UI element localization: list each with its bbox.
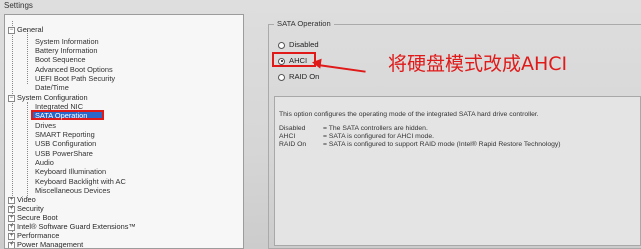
annotation-text: 将硬盘模式改成AHCI xyxy=(388,53,568,75)
ahci-highlight-box xyxy=(272,52,316,67)
expand-icon[interactable]: + xyxy=(8,205,15,213)
tree-item-usb-powershare[interactable]: USB PowerShare xyxy=(35,149,93,158)
help-option-text: = SATA is configured to support RAID mod… xyxy=(323,141,561,148)
tree-item-security[interactable]: + Security xyxy=(8,204,44,213)
collapse-icon[interactable]: − xyxy=(8,94,15,102)
help-option-text: = The SATA controllers are hidden. xyxy=(323,125,428,132)
tree-item-audio[interactable]: Audio xyxy=(35,158,54,167)
tree-item-keyboard-backlight-ac[interactable]: Keyboard Backlight with AC xyxy=(35,177,126,186)
tree-item-advanced-boot-options[interactable]: Advanced Boot Options xyxy=(35,65,113,74)
arrow-left-icon xyxy=(311,57,322,69)
tree-item-date-time[interactable]: Date/Time xyxy=(35,83,69,92)
tree-item-smart-reporting[interactable]: SMART Reporting xyxy=(35,130,95,139)
radio-button-icon[interactable] xyxy=(278,73,285,81)
expand-icon[interactable]: + xyxy=(8,232,15,240)
expand-icon[interactable]: + xyxy=(8,214,15,222)
tree-item-drives[interactable]: Drives xyxy=(35,121,56,130)
settings-title: Settings xyxy=(4,1,33,10)
help-option-name: AHCI xyxy=(279,133,296,140)
help-description-box: This option configures the operating mod… xyxy=(274,96,641,246)
tree-item-system-information[interactable]: System Information xyxy=(35,37,99,46)
help-option-text: = SATA is configured for AHCI mode. xyxy=(323,133,435,140)
expand-icon[interactable]: + xyxy=(8,223,15,231)
tree-item-performance[interactable]: + Performance xyxy=(8,231,59,240)
help-option-name: Disabled xyxy=(279,125,306,132)
tree-item-secure-boot[interactable]: + Secure Boot xyxy=(8,213,58,222)
help-description: This option configures the operating mod… xyxy=(279,111,539,118)
help-option-name: RAID On xyxy=(279,141,307,148)
radio-disabled[interactable]: Disabled xyxy=(278,40,319,50)
tree-item-miscellaneous-devices[interactable]: Miscellaneous Devices xyxy=(35,186,110,195)
tree-item-boot-sequence[interactable]: Boot Sequence xyxy=(35,55,86,64)
expand-icon[interactable]: + xyxy=(8,241,15,248)
settings-tree: − General System Information Battery Info… xyxy=(4,14,244,249)
tree-connector xyxy=(27,30,28,84)
sata-group-title: SATA Operation xyxy=(274,19,334,28)
tree-item-usb-configuration[interactable]: USB Configuration xyxy=(35,139,96,148)
bios-screen: Settings − General System Information Bat… xyxy=(0,0,641,249)
tree-item-battery-information[interactable]: Battery Information xyxy=(35,46,97,55)
tree-item-uefi-boot-path-security[interactable]: UEFI Boot Path Security xyxy=(35,74,115,83)
tree-item-power-management[interactable]: + Power Management xyxy=(8,240,83,248)
collapse-icon[interactable]: − xyxy=(8,26,15,34)
expand-icon[interactable]: + xyxy=(8,196,15,204)
tree-connector xyxy=(27,102,28,198)
tree-item-keyboard-illumination[interactable]: Keyboard Illumination xyxy=(35,167,106,176)
radio-button-icon[interactable] xyxy=(278,41,285,49)
radio-raid-on[interactable]: RAID On xyxy=(278,72,319,82)
tree-item-general[interactable]: − General xyxy=(8,25,43,34)
tree-item-sata-operation[interactable]: SATA Operation xyxy=(35,111,87,120)
tree-item-video[interactable]: + Video xyxy=(8,195,36,204)
tree-item-system-configuration[interactable]: − System Configuration xyxy=(8,93,88,102)
tree-item-intel-sgx[interactable]: + Intel® Software Guard Extensions™ xyxy=(8,222,136,231)
